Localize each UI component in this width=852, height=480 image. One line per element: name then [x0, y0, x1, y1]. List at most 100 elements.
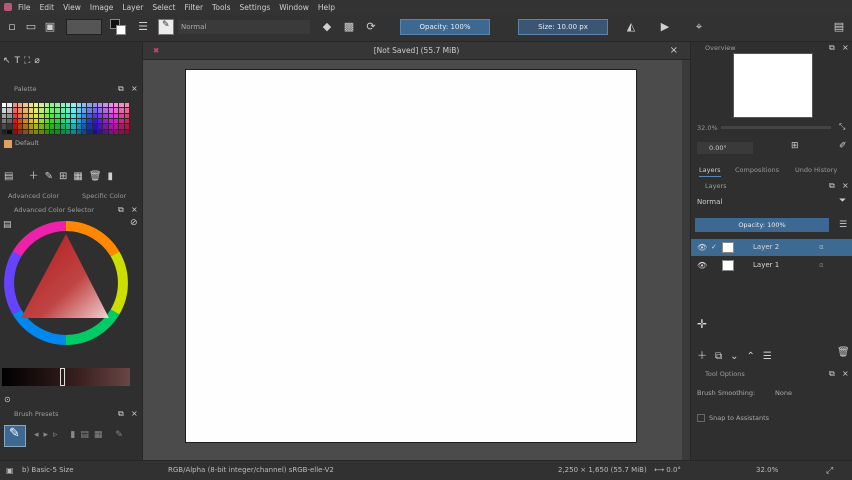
gradient-selector[interactable] [66, 19, 102, 35]
close-icon[interactable]: × [842, 180, 849, 192]
lock-icon[interactable]: α [819, 239, 824, 256]
image-dimensions-status: 2,250 × 1,650 (55.7 MiB) [558, 466, 647, 474]
visibility-icon[interactable]: 👁 [697, 257, 707, 274]
overview-thumbnail[interactable] [733, 53, 813, 118]
tab-undo-history[interactable]: Undo History [795, 166, 837, 174]
opacity-slider[interactable]: Opacity: 100% [400, 19, 490, 35]
color-palette-grid[interactable] [2, 103, 130, 135]
menu-tools[interactable]: Tools [212, 3, 230, 12]
menu-bar: File Edit View Image Layer Select Filter… [0, 0, 852, 14]
palette-actions-row[interactable]: ▤ ＋✎⊞▦🗑▮ [4, 167, 119, 182]
float-icon[interactable]: ⧉ [118, 408, 124, 420]
palette-tab-specific[interactable]: Specific Color [82, 192, 126, 200]
menu-view[interactable]: View [63, 3, 81, 12]
palette-tab-advanced[interactable]: Advanced Color [8, 192, 59, 200]
rotation-value: 0.00° [709, 144, 727, 152]
close-icon[interactable]: × [131, 83, 138, 95]
color-wheel[interactable] [3, 220, 129, 346]
tool-icons-row[interactable]: ↖T⛶⌀ [3, 56, 44, 66]
layer-thumbnail [722, 260, 734, 271]
mirror-horizontal-icon[interactable]: ◭ [624, 20, 638, 34]
krita-logo-icon [4, 3, 12, 11]
menu-edit[interactable]: Edit [40, 3, 55, 12]
zoom-status[interactable]: 32.0% [756, 466, 778, 474]
color-picker-icon[interactable]: ⊘ [130, 218, 138, 228]
tab-layers[interactable]: Layers [699, 166, 721, 177]
menu-filter[interactable]: Filter [184, 3, 203, 12]
document-tab[interactable]: ✖ [Not Saved] (55.7 MiB) × [143, 42, 690, 60]
float-icon[interactable]: ⧉ [829, 42, 835, 54]
palette-swatch[interactable] [124, 129, 130, 135]
layer-actions-row[interactable]: ＋⧉⌄⌃☰ [697, 347, 780, 362]
float-icon[interactable]: ⧉ [118, 83, 124, 95]
menu-window[interactable]: Window [279, 3, 309, 12]
close-icon[interactable]: × [131, 408, 138, 420]
snap-checkbox[interactable] [697, 414, 705, 422]
menu-file[interactable]: File [18, 3, 31, 12]
workspace-chooser-icon[interactable]: ▤ [832, 20, 846, 34]
check-icon[interactable]: ✓ [711, 239, 717, 256]
rotation-status: ⟷ 0.0° [654, 466, 681, 474]
brush-size-slider[interactable]: Size: 10.00 px [518, 19, 608, 35]
shade-selector-bar[interactable] [2, 368, 130, 386]
close-icon[interactable]: × [842, 42, 849, 54]
layer-row[interactable]: 👁 Layer 1 α [691, 257, 852, 274]
history-icon[interactable]: ⊙ [4, 395, 11, 404]
close-document-icon[interactable]: × [670, 42, 678, 60]
reload-preset-icon[interactable]: ⟳ [364, 20, 378, 34]
wrap-around-icon[interactable]: ⌖ [692, 20, 706, 34]
saturation-triangle[interactable] [21, 234, 109, 318]
mirror-vertical-icon[interactable]: ▶ [658, 20, 672, 34]
blend-mode-select[interactable]: Normal [695, 196, 829, 208]
open-document-icon[interactable]: ▭ [24, 20, 38, 34]
mirror-view-icon[interactable]: ⊞ [791, 141, 799, 151]
pin-icon[interactable]: ✐ [839, 141, 847, 151]
delete-layer-icon[interactable]: 🗑 [837, 347, 850, 358]
filter-icon[interactable]: ⏷ [839, 196, 846, 206]
layer-row[interactable]: 👁 ✓ Layer 2 α [691, 239, 852, 256]
menu-help[interactable]: Help [318, 3, 335, 12]
brush-preset-thumbnail[interactable]: ✎ [4, 425, 26, 447]
tab-compositions[interactable]: Compositions [735, 166, 779, 174]
brush-preset-button[interactable]: ✎ [158, 19, 174, 35]
alpha-lock-icon[interactable]: ▩ [342, 20, 356, 34]
color-selector-header: Advanced Color Selector ⧉ × [0, 204, 142, 216]
save-document-icon[interactable]: ▣ [43, 20, 57, 34]
brush-status: b) Basic-5 Size [22, 466, 74, 474]
smoothing-select[interactable]: None [775, 389, 792, 397]
palette-panel-header: Palette ⧉ × [0, 83, 142, 95]
menu-select[interactable]: Select [152, 3, 175, 12]
close-icon[interactable]: × [131, 204, 138, 216]
vertical-scrollbar[interactable] [682, 60, 690, 460]
shade-marker [60, 368, 65, 386]
zoom-slider[interactable] [721, 126, 831, 129]
lock-icon[interactable]: α [819, 257, 824, 274]
brush-settings-icon[interactable]: ☰ [136, 20, 150, 34]
overview-zoom[interactable]: 32.0% [697, 124, 718, 132]
new-document-icon[interactable]: ▫ [5, 20, 19, 34]
canvas-page[interactable] [185, 69, 637, 443]
fullscreen-icon[interactable]: ⤢ [826, 466, 833, 476]
layers-title: Layers [705, 182, 727, 190]
brush-presets-header: Brush Presets ⧉ × [0, 408, 142, 420]
preset-actions-row[interactable]: ◂▸▹ ▮▤▦ ✎ [34, 430, 128, 440]
rotation-field[interactable]: 0.00° [697, 142, 753, 154]
visibility-icon[interactable]: 👁 [697, 239, 707, 256]
menu-layer[interactable]: Layer [122, 3, 143, 12]
main-toolbar: ▫ ▭ ▣ ☰ ✎ Normal ◆ ▩ ⟳ Opacity: 100% Siz… [0, 14, 852, 42]
float-icon[interactable]: ⧉ [829, 180, 835, 192]
layer-name: Layer 1 [753, 261, 780, 269]
layer-opacity-slider[interactable]: Opacity: 100% [695, 218, 829, 232]
menu-settings[interactable]: Settings [240, 3, 271, 12]
palette-name[interactable]: Default [15, 139, 39, 147]
brush-preset-name[interactable]: Normal [178, 20, 310, 34]
eraser-mode-icon[interactable]: ◆ [320, 20, 334, 34]
background-color-swatch[interactable] [116, 25, 126, 35]
float-icon[interactable]: ⧉ [829, 368, 835, 380]
layer-menu-icon[interactable]: ☰ [839, 220, 847, 230]
status-bar: ▣ b) Basic-5 Size RGB/Alpha (8-bit integ… [0, 460, 852, 480]
close-icon[interactable]: × [842, 368, 849, 380]
fit-view-icon[interactable]: ⤡ [839, 122, 845, 132]
menu-image[interactable]: Image [90, 3, 114, 12]
float-icon[interactable]: ⧉ [118, 204, 124, 216]
